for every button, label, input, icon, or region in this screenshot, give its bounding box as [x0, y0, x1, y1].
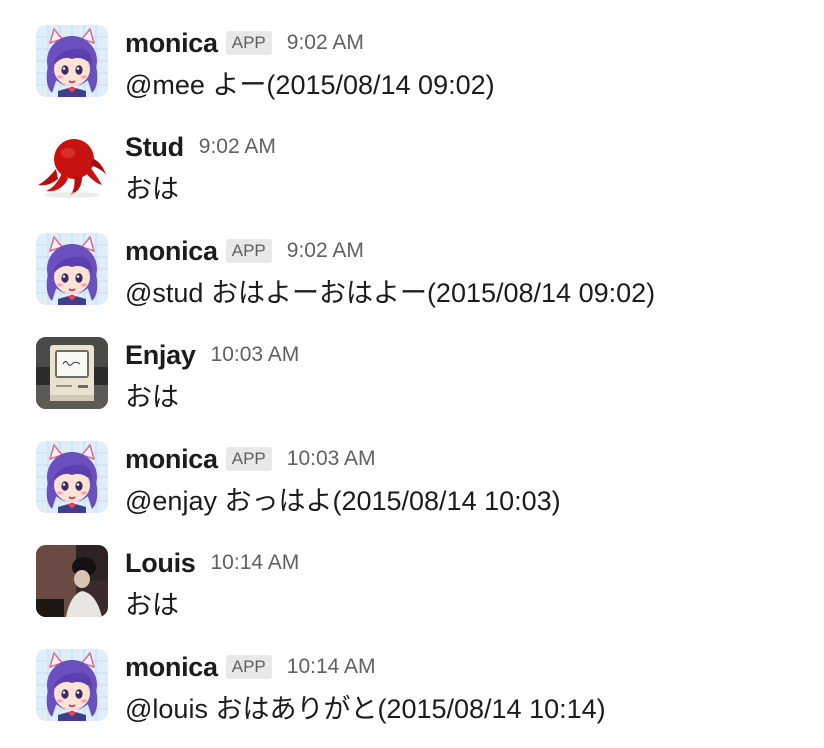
message-item: monica APP 10:03 AM @enjay おっはよ(2015/08/… — [0, 416, 824, 520]
sender-name[interactable]: Louis — [125, 548, 196, 579]
message-header: Enjay 10:03 AM — [125, 339, 299, 371]
message-timestamp[interactable]: 9:02 AM — [287, 31, 364, 55]
app-badge: APP — [225, 239, 272, 263]
message-text: @enjay おっはよ(2015/08/14 10:03) — [125, 486, 561, 516]
macintosh-avatar[interactable] — [36, 337, 108, 409]
sender-name[interactable]: monica — [125, 236, 218, 267]
message-text: おは — [125, 590, 179, 620]
message-item: Stud 9:02 AM おは — [0, 104, 824, 208]
monica-avatar[interactable] — [36, 25, 108, 97]
app-badge: APP — [225, 31, 272, 55]
message-header: monica APP 9:02 AM — [125, 235, 364, 267]
louis-photo-avatar[interactable] — [36, 545, 108, 617]
message-item: Enjay 10:03 AM おは — [0, 312, 824, 416]
message-text: @mee よー(2015/08/14 09:02) — [125, 70, 495, 100]
message-header: Stud 9:02 AM — [125, 131, 276, 163]
message-header: monica APP 9:02 AM — [125, 27, 364, 59]
red-octopus-avatar[interactable] — [36, 129, 108, 201]
message-timestamp[interactable]: 9:02 AM — [199, 135, 276, 159]
sender-name[interactable]: monica — [125, 652, 218, 683]
app-badge: APP — [225, 655, 272, 679]
monica-avatar[interactable] — [36, 649, 108, 721]
app-badge: APP — [225, 447, 272, 471]
sender-name[interactable]: Stud — [125, 132, 184, 163]
message-timestamp[interactable]: 10:03 AM — [287, 447, 376, 471]
message-header: monica APP 10:03 AM — [125, 443, 376, 475]
message-text: おは — [125, 174, 179, 204]
message-text: @louis おはありがと(2015/08/14 10:14) — [125, 694, 606, 724]
message-timestamp[interactable]: 10:03 AM — [211, 343, 300, 367]
monica-avatar[interactable] — [36, 441, 108, 513]
message-item: monica APP 9:02 AM @stud おはよーおはよー(2015/0… — [0, 208, 824, 312]
message-header: Louis 10:14 AM — [125, 547, 299, 579]
message-item: monica APP 10:14 AM @louis おはありがと(2015/0… — [0, 624, 824, 728]
message-timestamp[interactable]: 9:02 AM — [287, 239, 364, 263]
message-item: monica APP 9:02 AM @mee よー(2015/08/14 09… — [0, 0, 824, 104]
message-timestamp[interactable]: 10:14 AM — [211, 551, 300, 575]
message-text: @stud おはよーおはよー(2015/08/14 09:02) — [125, 278, 656, 308]
sender-name[interactable]: monica — [125, 28, 218, 59]
message-text: おは — [125, 382, 179, 412]
sender-name[interactable]: Enjay — [125, 340, 196, 371]
message-timestamp[interactable]: 10:14 AM — [287, 655, 376, 679]
sender-name[interactable]: monica — [125, 444, 218, 475]
message-header: monica APP 10:14 AM — [125, 651, 376, 683]
monica-avatar[interactable] — [36, 233, 108, 305]
message-item: Louis 10:14 AM おは — [0, 520, 824, 624]
